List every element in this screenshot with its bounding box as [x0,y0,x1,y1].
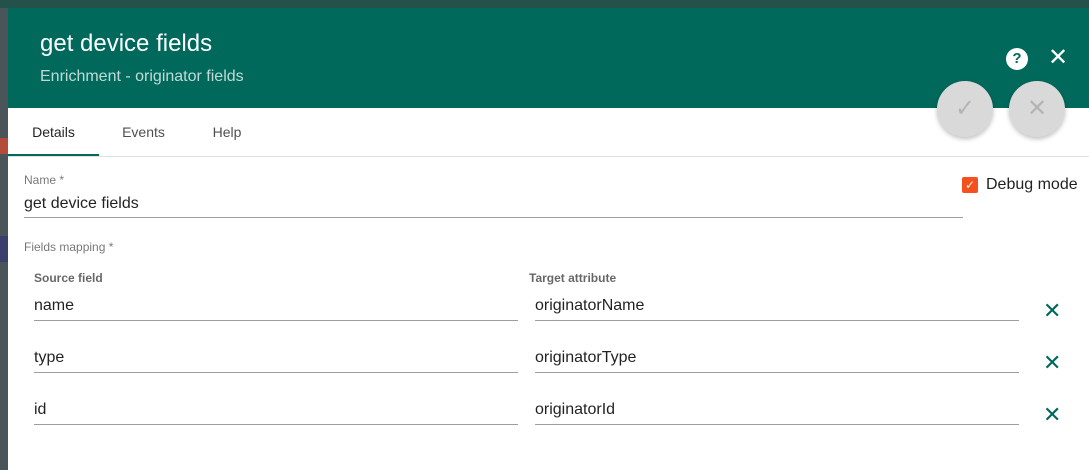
tab-events[interactable]: Events [99,108,188,156]
tab-bar: Details Events Help [8,108,1089,157]
target-attribute-input[interactable] [535,344,1019,373]
dialog-title: get device fields [40,30,213,57]
help-icon[interactable]: ? [1006,48,1028,70]
debug-mode-checkbox[interactable]: ✓ Debug mode [962,176,1078,194]
tab-details[interactable]: Details [8,108,99,156]
target-attribute-header: Target attribute [529,271,617,285]
node-config-dialog: get device fields Enrichment - originato… [8,8,1089,470]
dialog-header: get device fields Enrichment - originato… [8,8,1089,108]
remove-mapping-close-icon[interactable]: ✕ [1043,352,1061,374]
name-input[interactable] [24,191,963,218]
source-field-input[interactable] [34,396,518,425]
source-field-input[interactable] [34,292,518,321]
debug-mode-label: Debug mode [986,176,1078,193]
remove-mapping-close-icon[interactable]: ✕ [1043,300,1061,322]
source-field-input[interactable] [34,344,518,373]
background-canvas-edge [0,0,8,470]
checkbox-checked-icon: ✓ [962,177,978,193]
tab-help[interactable]: Help [188,108,266,156]
dialog-subtitle: Enrichment - originator fields [40,68,244,85]
source-field-header: Source field [34,271,103,285]
target-attribute-input[interactable] [535,396,1019,425]
close-icon[interactable]: ✕ [1046,46,1070,70]
fields-mapping-label: Fields mapping * [24,240,114,254]
background-node-fragment [0,236,8,262]
background-top-edge [0,0,1089,8]
background-node-fragment [0,138,8,154]
target-attribute-input[interactable] [535,292,1019,321]
name-label: Name * [24,173,65,187]
remove-mapping-close-icon[interactable]: ✕ [1043,404,1061,426]
